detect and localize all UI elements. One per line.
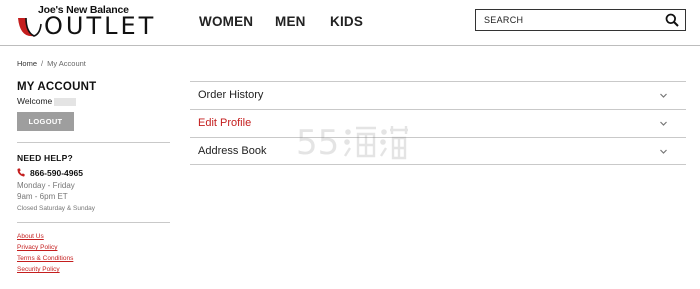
logout-button[interactable]: LOGOUT	[17, 112, 74, 131]
section-label: Address Book	[198, 145, 267, 157]
site-header: Joe's New Balance OUTLET WOMEN MEN KIDS	[0, 0, 700, 46]
section-label: Edit Profile	[198, 117, 252, 129]
account-title: MY ACCOUNT	[17, 81, 97, 93]
phone-icon	[17, 168, 25, 177]
link-privacy-policy[interactable]: Privacy Policy	[17, 244, 57, 251]
breadcrumb-separator: /	[41, 59, 44, 68]
nav-kids[interactable]: KIDS	[330, 14, 363, 29]
search-box	[475, 9, 686, 31]
closed-days: Closed Saturday & Sunday	[17, 205, 96, 212]
phone-number-text: 866-590-4965	[30, 168, 83, 178]
chevron-down-icon	[660, 93, 667, 98]
chevron-down-icon	[660, 149, 667, 154]
hours-time: 9am - 6pm ET	[17, 192, 68, 201]
link-about-us[interactable]: About Us	[17, 233, 44, 240]
watermark-digits: 55	[296, 123, 339, 163]
section-edit-profile[interactable]: Edit Profile	[190, 109, 686, 137]
section-order-history[interactable]: Order History	[190, 81, 686, 109]
brand-logo[interactable]: Joe's New Balance OUTLET	[14, 4, 153, 40]
sidebar-divider	[17, 142, 170, 143]
hours-days: Monday - Friday	[17, 181, 75, 190]
search-icon[interactable]	[665, 13, 679, 27]
redacted-username	[54, 97, 77, 106]
nav-men[interactable]: MEN	[275, 14, 306, 29]
breadcrumb-home[interactable]: Home	[17, 59, 37, 68]
welcome-text: Welcome	[17, 96, 77, 106]
logo-text-bottom: OUTLET	[44, 12, 157, 40]
link-terms-conditions[interactable]: Terms & Conditions	[17, 255, 73, 262]
section-address-book[interactable]: Address Book	[190, 137, 686, 165]
breadcrumb: Home / My Account	[17, 59, 86, 68]
watermark-55haitao-logo: 55	[296, 123, 408, 163]
breadcrumb-current: My Account	[47, 59, 86, 68]
phone-number[interactable]: 866-590-4965	[17, 168, 83, 178]
sidebar-divider-bottom	[17, 222, 170, 223]
search-input[interactable]	[476, 10, 661, 30]
section-label: Order History	[198, 89, 264, 101]
welcome-label: Welcome	[17, 96, 53, 106]
nav-women[interactable]: WOMEN	[199, 14, 253, 29]
chevron-down-icon	[660, 121, 667, 126]
link-security-policy[interactable]: Security Policy	[17, 266, 60, 273]
help-title: NEED HELP?	[17, 153, 73, 163]
